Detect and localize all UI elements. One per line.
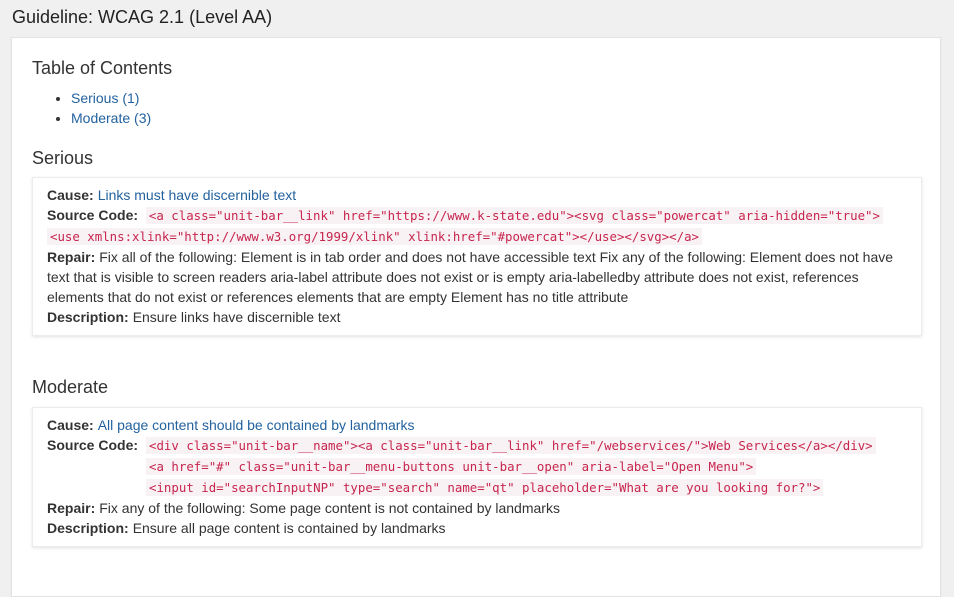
section-title-serious: Serious: [32, 148, 94, 168]
report-panel: Table of Contents Serious (1) Moderate (…: [11, 37, 941, 597]
cause-label: Cause:: [47, 187, 94, 203]
repair-label: Repair:: [47, 249, 96, 265]
toc-title: Table of Contents: [32, 58, 173, 78]
issue-card-serious: Cause: Links must have discernible text …: [32, 177, 922, 336]
cause-row: Cause: Links must have discernible text: [47, 185, 907, 205]
description-text: Ensure links have discernible text: [132, 309, 341, 325]
source-code-row: Source Code: <div class="unit-bar__name"…: [47, 435, 907, 498]
source-code-label: Source Code:: [47, 207, 139, 223]
source-code-line: <input id="searchInputNP" type="search" …: [146, 479, 824, 496]
section-title-moderate: Moderate: [32, 377, 109, 397]
repair-text: Fix any of the following: Some page cont…: [99, 500, 560, 516]
description-text: Ensure all page content is contained by …: [132, 520, 446, 536]
page-title: Guideline: WCAG 2.1 (Level AA): [12, 7, 273, 27]
toc-link-serious[interactable]: Serious (1): [71, 90, 139, 106]
source-code-row: Source Code: <a class="unit-bar__link" h…: [47, 205, 907, 247]
source-code-line: <use xmlns:xlink="http://www.w3.org/1999…: [47, 228, 703, 245]
cause-link[interactable]: Links must have discernible text: [98, 185, 296, 205]
source-code-line: <a class="unit-bar__link" href="https://…: [145, 207, 883, 224]
repair-row: Repair: Fix all of the following: Element…: [47, 247, 907, 307]
description-label: Description:: [47, 520, 129, 536]
repair-row: Repair: Fix any of the following: Some pa…: [47, 498, 907, 518]
toc-list: Serious (1) Moderate (3): [52, 88, 151, 128]
toc-item-serious: Serious (1): [71, 88, 151, 108]
toc-item-moderate: Moderate (3): [71, 108, 151, 128]
source-code-line: <div class="unit-bar__name"><a class="un…: [146, 437, 876, 454]
source-code-line: <a href="#" class="unit-bar__menu-button…: [146, 458, 757, 475]
cause-label: Cause:: [47, 417, 94, 433]
cause-link[interactable]: All page content should be contained by …: [98, 415, 415, 435]
toc-link-moderate[interactable]: Moderate (3): [71, 110, 151, 126]
source-code-label: Source Code:: [47, 437, 139, 453]
source-code-block: <div class="unit-bar__name"><a class="un…: [146, 435, 876, 498]
description-row: Description: Ensure links have discernibl…: [47, 307, 907, 327]
description-row: Description: Ensure all page content is c…: [47, 518, 907, 538]
repair-text: Fix all of the following: Element is in …: [47, 249, 894, 305]
description-label: Description:: [47, 309, 129, 325]
cause-row: Cause: All page content should be contai…: [47, 415, 907, 435]
issue-card-moderate: Cause: All page content should be contai…: [32, 407, 922, 547]
repair-label: Repair:: [47, 500, 96, 516]
